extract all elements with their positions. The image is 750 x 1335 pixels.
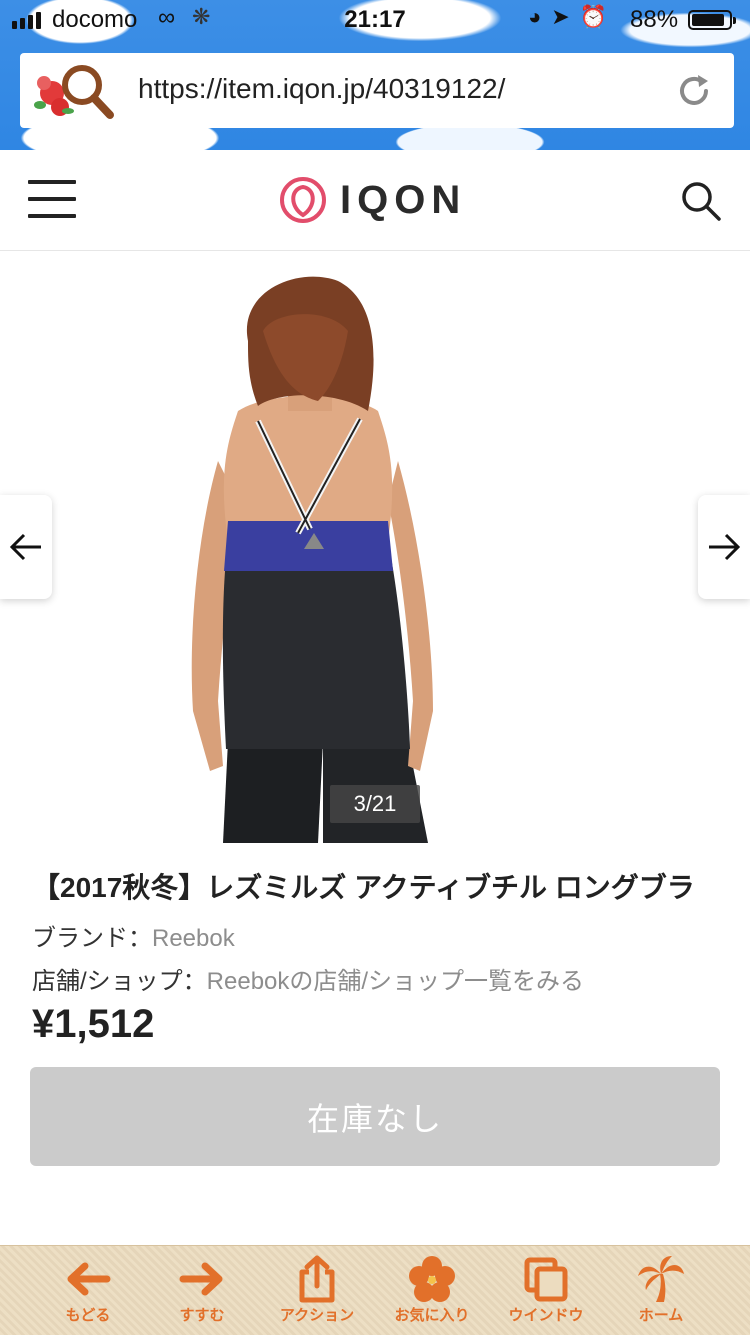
arrow-right-icon [709, 533, 741, 561]
palm-tree-icon [638, 1256, 684, 1302]
image-counter: 3/21 [330, 785, 420, 823]
toolbar-favorites-button[interactable]: お気に入り [372, 1254, 492, 1334]
next-image-button[interactable] [698, 495, 750, 599]
forward-arrow-icon [179, 1262, 223, 1296]
toolbar-window-button[interactable]: ウインドウ [486, 1254, 606, 1334]
url-text[interactable]: https://item.iqon.jp/40319122/ [138, 73, 505, 105]
location-icon: ➤ [551, 4, 580, 29]
product-price: ¥1,512 [32, 1002, 155, 1046]
site-logo[interactable]: IQON [278, 174, 466, 226]
toolbar-forward-button[interactable]: すすむ [142, 1254, 262, 1334]
hamburger-menu-icon[interactable] [28, 180, 76, 220]
toolbar-home-button[interactable]: ホーム [601, 1254, 721, 1334]
product-gallery[interactable]: 3/21 [0, 251, 750, 846]
windows-icon [524, 1257, 568, 1302]
back-arrow-icon [67, 1262, 111, 1296]
arrow-left-icon [9, 533, 41, 561]
product-title: 【2017秋冬】レズミルズ アクティブチル ロングブラ [32, 872, 695, 903]
search-icon[interactable] [680, 180, 722, 222]
toolbar-action-button[interactable]: アクション [257, 1254, 377, 1334]
reload-icon[interactable] [674, 71, 714, 111]
product-photo[interactable] [88, 271, 528, 843]
site-brand-name: IQON [340, 177, 467, 222]
toolbar-label: お気に入り [394, 1307, 470, 1324]
brand-link[interactable]: Reebok [152, 925, 235, 952]
toolbar-back-button[interactable]: もどる [28, 1254, 148, 1334]
site-header: IQON [0, 150, 750, 251]
out-of-stock-button[interactable]: 在庫なし [30, 1067, 720, 1166]
browser-logo-icon[interactable] [30, 59, 120, 123]
iqon-logo-icon [280, 177, 326, 223]
status-bar: docomo ∞ ❋ 21:17 ◕➤⏰ 88% [0, 0, 750, 40]
status-icons: ◕➤⏰ [528, 4, 617, 30]
hibiscus-icon [409, 1256, 455, 1302]
rotation-lock-icon: ◕ [528, 4, 552, 29]
url-bar[interactable]: https://item.iqon.jp/40319122/ [20, 53, 734, 128]
shop-row: 店舗/ショップ：Reebokの店舗/ショップ一覧をみる [32, 961, 584, 996]
toolbar-label: もどる [65, 1307, 111, 1324]
battery-icon [688, 10, 736, 30]
shop-label: 店舗/ショップ： [32, 968, 207, 995]
alarm-icon: ⏰ [579, 4, 618, 29]
previous-image-button[interactable] [0, 495, 52, 599]
share-icon [299, 1255, 335, 1303]
bottom-toolbar: もどる すすむ アクション お気に入り ウインドウ ホーム [0, 1245, 750, 1335]
battery-percent: 88% [630, 6, 679, 33]
toolbar-label: ホーム [638, 1307, 684, 1324]
toolbar-label: すすむ [179, 1307, 225, 1324]
toolbar-label: アクション [279, 1307, 355, 1324]
brand-row: ブランド：Reebok [32, 918, 235, 953]
toolbar-label: ウインドウ [508, 1307, 584, 1324]
brand-label: ブランド： [32, 925, 152, 952]
shop-link[interactable]: Reebokの店舗/ショップ一覧をみる [207, 968, 584, 995]
browser-chrome: docomo ∞ ❋ 21:17 ◕➤⏰ 88% https://item.iq… [0, 0, 750, 150]
